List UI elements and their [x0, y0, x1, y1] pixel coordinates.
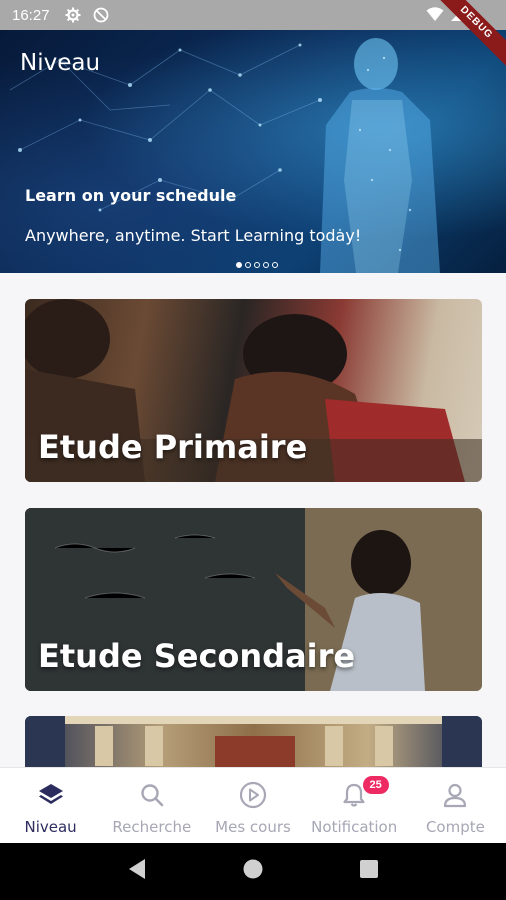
system-navigation-bar: [0, 843, 506, 900]
nav-label: Niveau: [24, 818, 77, 836]
nav-item-niveau[interactable]: Niveau: [0, 768, 101, 843]
nav-label: Compte: [425, 818, 485, 836]
banner-headline: Learn on your schedule: [25, 186, 237, 205]
hero-banner-carousel[interactable]: Niveau Learn on your schedule Anywhere, …: [0, 30, 506, 273]
recents-button-icon[interactable]: [359, 859, 379, 884]
nav-label: Recherche: [112, 818, 192, 836]
level-card-secondaire[interactable]: Etude Secondaire: [25, 508, 482, 691]
level-card-primaire[interactable]: Etude Primaire: [25, 299, 482, 482]
nav-item-mes-cours[interactable]: Mes cours: [202, 768, 303, 843]
home-button-icon[interactable]: [242, 858, 264, 885]
nav-item-notification[interactable]: 25 Notification: [304, 768, 405, 843]
level-card-label: Etude Primaire: [38, 428, 308, 466]
bottom-navigation: Niveau Recherche Mes cours 25 Notificati…: [0, 767, 506, 843]
user-icon: [440, 780, 470, 810]
play-circle-icon: [238, 780, 268, 810]
back-button-icon[interactable]: [127, 858, 147, 885]
carousel-dot[interactable]: [254, 262, 260, 268]
carousel-dot[interactable]: [245, 262, 251, 268]
nav-item-recherche[interactable]: Recherche: [101, 768, 202, 843]
status-bar: 16:27 DEBUG: [0, 0, 506, 72]
nav-label: Notification: [311, 818, 398, 836]
notification-badge: 25: [362, 776, 389, 794]
level-card-label: Etude Secondaire: [38, 637, 356, 675]
status-time: 16:27: [12, 6, 50, 24]
app-screen: 16:27 DEBUG Niveau Learn on your schedul…: [0, 0, 506, 900]
search-icon: [137, 780, 167, 810]
wifi-icon: [426, 6, 444, 26]
page-title: Niveau: [20, 50, 101, 76]
carousel-dot[interactable]: [263, 262, 269, 268]
carousel-indicator: [236, 262, 278, 268]
layers-icon: [36, 780, 66, 810]
nav-item-compte[interactable]: Compte: [405, 768, 506, 843]
banner-subtitle: Anywhere, anytime. Start Learning today!: [25, 226, 362, 245]
at-sign-icon: [92, 6, 110, 24]
carousel-dot[interactable]: [272, 262, 278, 268]
gear-icon: [64, 6, 82, 24]
nav-label: Mes cours: [215, 818, 291, 836]
carousel-dot[interactable]: [236, 262, 242, 268]
